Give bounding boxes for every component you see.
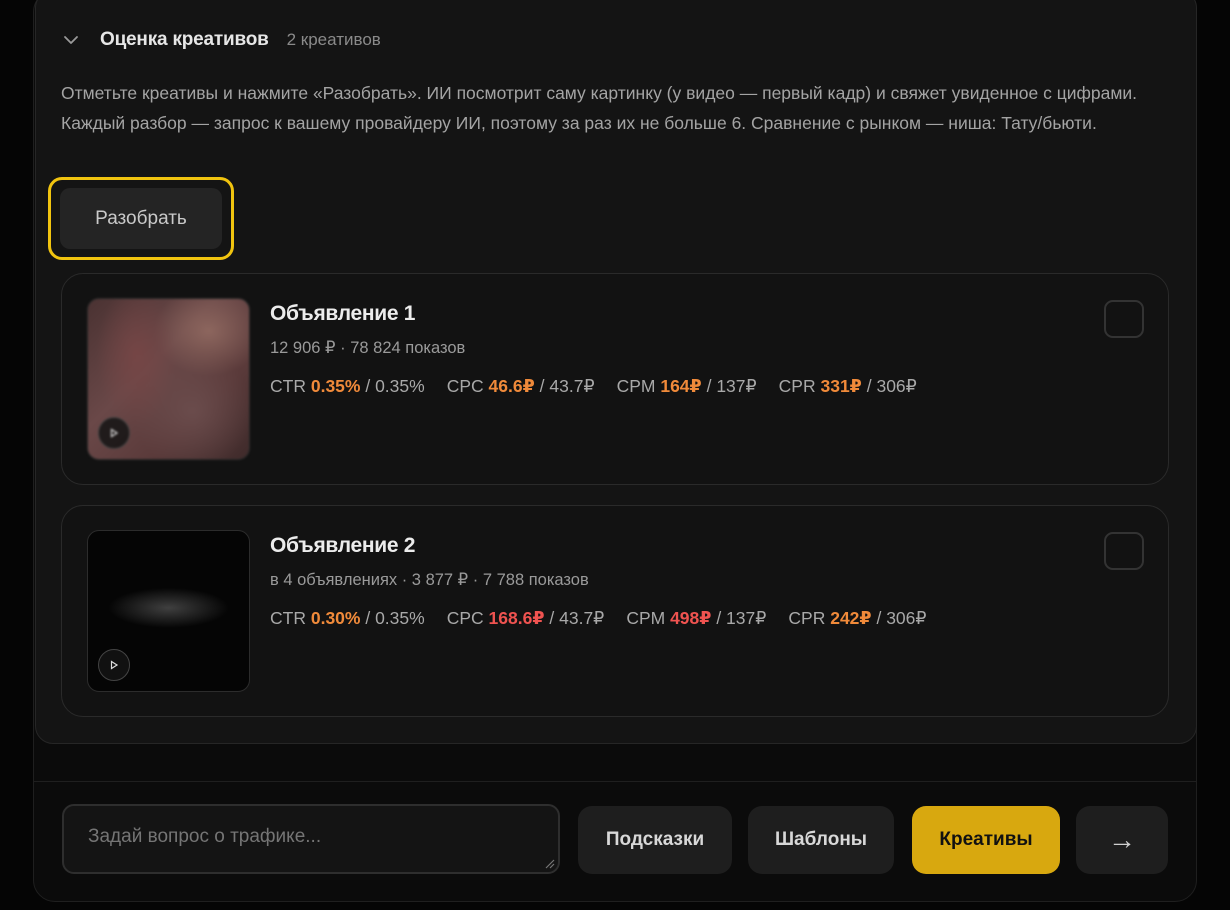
creative-card: Объявление 1 12 906 ₽ · 78 824 показов C…: [61, 273, 1169, 485]
play-icon[interactable]: [98, 417, 130, 449]
analyze-button[interactable]: Разобрать: [60, 188, 222, 249]
section-header[interactable]: Оценка креативов 2 креативов: [62, 26, 381, 54]
metric-ctr: CTR 0.35% / 0.35%: [270, 376, 425, 396]
metric-ctr: CTR 0.30% / 0.35%: [270, 608, 425, 628]
creative-thumbnail[interactable]: [87, 530, 250, 692]
composer-divider: [34, 781, 1196, 782]
section-title: Оценка креативов: [100, 29, 269, 50]
metric-value: 331₽: [820, 376, 862, 396]
metric-cpc: CPC 168.6₽ / 43.7₽: [446, 608, 605, 628]
creative-meta: 12 906 ₽ · 78 824 показов: [270, 339, 466, 357]
metric-value: 168.6₽: [488, 608, 545, 628]
send-button[interactable]: →: [1076, 806, 1168, 874]
templates-button[interactable]: Шаблоны: [748, 806, 894, 874]
metric-benchmark: / 0.35%: [365, 608, 425, 628]
metric-benchmark: / 306₽: [866, 376, 917, 396]
section-description: Отметьте креативы и нажмите «Разобрать».…: [61, 83, 1138, 133]
metric-benchmark: / 0.35%: [365, 376, 425, 396]
metric-cpm: CPM 164₽ / 137₽: [616, 376, 757, 396]
chevron-down-icon[interactable]: [62, 31, 80, 49]
metric-cpr: CPR 331₽ / 306₽: [778, 376, 917, 396]
creative-meta: в 4 объявлениях · 3 877 ₽ · 7 788 показо…: [270, 571, 589, 589]
metric-value: 164₽: [660, 376, 702, 396]
select-checkbox[interactable]: [1104, 300, 1144, 338]
metric-benchmark: / 306₽: [876, 608, 927, 628]
metric-value: 0.35%: [310, 376, 361, 396]
metric-benchmark: / 137₽: [716, 608, 767, 628]
creatives-button[interactable]: Креативы: [912, 806, 1060, 874]
play-icon[interactable]: [98, 649, 130, 681]
creative-title: Объявление 1: [270, 302, 416, 325]
creative-thumbnail[interactable]: [87, 298, 250, 460]
metric-benchmark: / 137₽: [706, 376, 757, 396]
metric-cpc: CPC 46.6₽ / 43.7₽: [446, 376, 595, 396]
metric-value: 242₽: [830, 608, 872, 628]
resize-grip-icon[interactable]: [543, 857, 555, 869]
metric-benchmark: / 43.7₽: [549, 608, 605, 628]
question-input[interactable]: [62, 804, 560, 874]
section-count: 2 креативов: [286, 30, 381, 49]
creative-title: Объявление 2: [270, 534, 416, 557]
metric-cpm: CPM 498₽ / 137₽: [626, 608, 767, 628]
metric-value: 46.6₽: [488, 376, 535, 396]
hints-button[interactable]: Подсказки: [578, 806, 732, 874]
select-checkbox[interactable]: [1104, 532, 1144, 570]
metric-value: 498₽: [670, 608, 712, 628]
metric-benchmark: / 43.7₽: [539, 376, 595, 396]
metric-cpr: CPR 242₽ / 306₽: [788, 608, 927, 628]
metric-value: 0.30%: [310, 608, 361, 628]
creative-metrics: CTR 0.35% / 0.35% CPC 46.6₽ / 43.7₽ CPM …: [270, 376, 939, 397]
creative-metrics: CTR 0.30% / 0.35% CPC 168.6₽ / 43.7₽ CPM…: [270, 608, 949, 629]
creative-card: Объявление 2 в 4 объявлениях · 3 877 ₽ ·…: [61, 505, 1169, 717]
